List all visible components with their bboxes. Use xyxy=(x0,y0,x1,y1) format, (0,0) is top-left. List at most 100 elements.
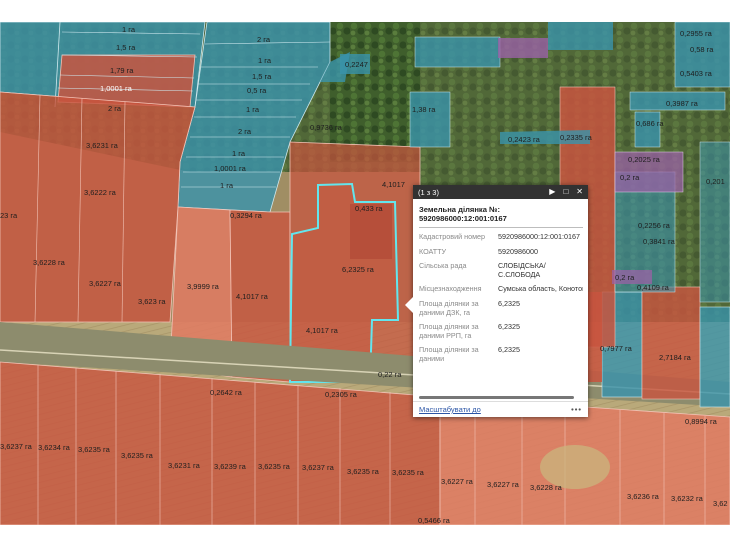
parcel-label: 3,6231 га xyxy=(168,461,201,470)
parcel-label: 1 га xyxy=(246,105,260,114)
attribute-value: 5920986000 xyxy=(498,247,538,256)
attribute-value: 5920986000:12:001:0167 xyxy=(498,233,580,241)
attribute-row: КОАТТУ 5920986000 xyxy=(419,246,583,263)
feature-counter: (1 з 3) xyxy=(418,187,439,197)
popup-header: (1 з 3) ▶ □ ✕ xyxy=(413,185,588,199)
parcel-label: 3,6235 га xyxy=(392,468,425,477)
divider xyxy=(419,227,583,228)
parcel-label: 3,6227 га xyxy=(487,480,520,489)
attribute-key: КОАТТУ xyxy=(419,246,447,256)
parcel-label: 0,3987 га xyxy=(666,99,699,108)
attribute-row: Кадастровий номер 5920986000:12:001:0167 xyxy=(419,232,583,248)
parcel-label: 0,686 га xyxy=(636,119,664,128)
parcel-label: 0,22 га xyxy=(378,370,402,379)
parcel-label: 2,7184 га xyxy=(659,353,692,362)
parcel-label: 3,6239 га xyxy=(214,462,247,471)
parcel-label: 23 га xyxy=(0,211,18,220)
parcel-label: 3,6236 га xyxy=(627,492,660,501)
parcel-label: 0,2955 га xyxy=(680,29,713,38)
parcel-label: 1,0001 га xyxy=(214,164,247,173)
parcel-label: 0,2642 га xyxy=(210,388,243,397)
bottom-misc-labels: 0,5466 га xyxy=(418,516,451,525)
popup-title: Земельна ділянка №: 5920986000:12:001:01… xyxy=(419,205,583,223)
maximize-icon[interactable]: □ xyxy=(563,188,568,196)
parcel-label: 0,5 га xyxy=(247,86,267,95)
parcel-label: 3,6235 га xyxy=(78,445,111,454)
parcel-label: 0,2423 га xyxy=(508,135,541,144)
parcel-label: 3,6235 га xyxy=(121,451,154,460)
popup-footer: Масштабувати до ••• xyxy=(413,401,588,417)
parcel-label: 1,79 га xyxy=(110,66,134,75)
attribute-value: 6,2325 xyxy=(498,323,520,332)
more-actions-icon[interactable]: ••• xyxy=(571,405,582,414)
horizontal-scrollbar[interactable] xyxy=(419,396,574,399)
parcel-label: 1 га xyxy=(220,181,234,190)
parcel-label: 3,6234 га xyxy=(38,443,71,452)
attribute-row: Площа ділянки за даними 6,2325 xyxy=(419,346,583,369)
parcel-label: 0,58 га xyxy=(690,45,714,54)
parcel-label: 3,6228 га xyxy=(530,483,563,492)
parcel-info-popup: (1 з 3) ▶ □ ✕ Земельна ділянка №: 592098… xyxy=(405,185,588,417)
parcel-label: 0,201 xyxy=(706,177,725,186)
parcel-label: 1,38 га xyxy=(412,105,436,114)
parcel-label: 6,2325 га xyxy=(342,265,375,274)
parcel-label: 0,2 га xyxy=(620,173,640,182)
attribute-key: Площа ділянки за даними РРП, га xyxy=(419,322,479,340)
parcel-label: 0,2256 га xyxy=(638,221,671,230)
center-parcels[interactable] xyxy=(288,141,421,383)
attribute-value: СЛОБІДСЬКА/ С.СЛОБОДА xyxy=(498,262,546,279)
attribute-row: Сільська рада СЛОБІДСЬКА/ С.СЛОБОДА xyxy=(419,261,583,285)
parcel-label: 3,6228 га xyxy=(33,258,66,267)
popup-pointer xyxy=(405,297,413,313)
attribute-row: Площа ділянки за даними РРП, га 6,2325 xyxy=(419,322,583,346)
parcel-label: 3,6235 га xyxy=(258,462,291,471)
parcel-label: 0,3841 га xyxy=(643,237,676,246)
attribute-row: Площа ділянки за даними ДЗК, га 6,2325 xyxy=(419,298,583,323)
parcel-label: 4,1017 га xyxy=(236,292,269,301)
parcel-label: 3,6227 га xyxy=(441,477,474,486)
parcel-label: 0,2247 xyxy=(345,60,368,69)
parcel-label: 1,5 га xyxy=(252,72,272,81)
popup-title-line1: Земельна ділянка №: xyxy=(419,205,501,214)
cadastral-map[interactable]: 1 га 1,5 га 1,79 га 1,0001 га 2 га 2 га … xyxy=(0,22,730,525)
close-icon[interactable]: ✕ xyxy=(576,188,583,196)
parcel-label: 4,1017 га xyxy=(306,326,339,335)
parcel-label: 3,6237 га xyxy=(0,442,33,451)
parcel-label: 1,5 га xyxy=(116,43,136,52)
attribute-row: Місцезнаходження Сумська область, Коното… xyxy=(419,285,583,300)
parcel-label: 0,2025 га xyxy=(628,155,661,164)
parcel-label: 0,4109 га xyxy=(637,283,670,292)
parcel-label: 0,7977 га xyxy=(600,344,633,353)
attribute-value: Сумська область, Конотопський район, Сло… xyxy=(498,285,583,294)
parcel-label: 0,3294 га xyxy=(230,211,263,220)
parcel-label: 3,623 га xyxy=(138,297,166,306)
popup-title-line2: 5920986000:12:001:0167 xyxy=(419,214,507,223)
parcel-label: 0,433 га xyxy=(355,204,383,213)
attribute-key: Місцезнаходження xyxy=(419,284,482,294)
attribute-table: Кадастровий номер 5920986000:12:001:0167… xyxy=(419,232,583,370)
parcel-label: 0,2305 га xyxy=(325,390,358,399)
parcel-label: 2 га xyxy=(108,104,122,113)
parcel-label: 1 га xyxy=(232,149,246,158)
parcel-label: 0,9736 га xyxy=(310,123,343,132)
parcel-label: 4,1017 xyxy=(382,180,405,189)
parcel-label: 3,6227 га xyxy=(89,279,122,288)
parcel-label: 3,62 xyxy=(713,499,728,508)
parcel-label: 3,6222 га xyxy=(84,188,117,197)
parcel-label: 3,6235 га xyxy=(347,467,380,476)
next-feature-icon[interactable]: ▶ xyxy=(549,188,555,196)
parcel-label: 0,8994 га xyxy=(685,417,718,426)
zoom-to-link[interactable]: Масштабувати до xyxy=(419,405,481,414)
parcel-label: 1,0001 га xyxy=(100,84,133,93)
parcel-label: 3,6231 га xyxy=(86,141,119,150)
attribute-key: Кадастровий номер xyxy=(419,232,486,241)
parcel-label: 0,5466 га xyxy=(418,516,451,525)
parcel-label: 0,5403 га xyxy=(680,69,713,78)
parcel-label: 1 га xyxy=(258,56,272,65)
parcel-label: 3,6232 га xyxy=(671,494,704,503)
parcel-label: 0,2 га xyxy=(615,273,635,282)
parcel-label: 3,6237 га xyxy=(302,463,335,472)
attribute-key: Площа ділянки за даними ДЗК, га xyxy=(419,298,479,317)
parcel-label: 3,9999 га xyxy=(187,282,220,291)
parcel-label: 1 га xyxy=(122,25,136,34)
